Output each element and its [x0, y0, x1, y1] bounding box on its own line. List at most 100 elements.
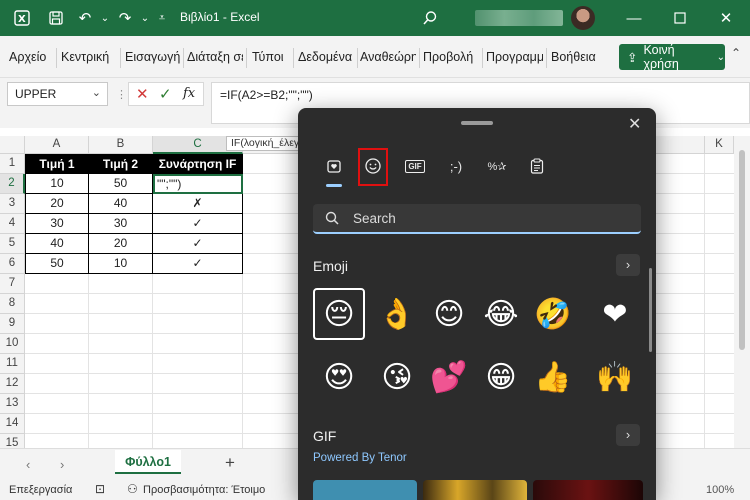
- row-header-10[interactable]: 10: [0, 334, 25, 354]
- row-header-9[interactable]: 9: [0, 314, 25, 334]
- share-button[interactable]: ⇪ Κοινή χρήση ⌄: [619, 43, 725, 71]
- row-header-1[interactable]: 1: [0, 154, 25, 174]
- avatar[interactable]: [571, 6, 595, 30]
- cell-a5[interactable]: 40: [25, 234, 89, 254]
- cell-a2[interactable]: 10: [25, 174, 89, 194]
- menu-page-layout[interactable]: Διάταξη σελίδας: [187, 50, 243, 64]
- clipboard-icon[interactable]: [523, 152, 551, 180]
- column-header-b[interactable]: B: [89, 136, 153, 154]
- scroll-left-icon[interactable]: ‹: [26, 457, 30, 472]
- emoji-item[interactable]: 💕: [423, 351, 475, 403]
- vertical-scrollbar[interactable]: [734, 136, 750, 448]
- save-icon[interactable]: [46, 8, 66, 28]
- row-header-8[interactable]: 8: [0, 294, 25, 314]
- accessibility-status[interactable]: Προσβασιμότητα: Έτοιμο: [143, 484, 278, 496]
- select-all-corner[interactable]: [0, 136, 25, 154]
- column-header-k[interactable]: K: [705, 136, 734, 154]
- emoji-item[interactable]: 👍: [527, 351, 579, 403]
- row-header-2[interactable]: 2: [0, 174, 25, 194]
- zoom-level[interactable]: 100%: [706, 484, 734, 496]
- menu-file[interactable]: Αρχείο: [9, 50, 46, 64]
- row-header-5[interactable]: 5: [0, 234, 25, 254]
- chevron-down-icon[interactable]: ⌄: [92, 86, 101, 99]
- cancel-icon[interactable]: ✕: [136, 85, 149, 103]
- emoji-item[interactable]: 😔: [313, 288, 365, 340]
- cell-c1[interactable]: Συνάρτηση IF: [153, 154, 243, 174]
- emoji-item[interactable]: 🙌: [589, 351, 641, 403]
- undo-dropdown-icon[interactable]: ⌄: [95, 8, 115, 28]
- row-header-6[interactable]: 6: [0, 254, 25, 274]
- customize-icon[interactable]: ⩡: [152, 8, 172, 28]
- sheet-tab-active[interactable]: Φύλλο1: [115, 450, 181, 474]
- menu-insert[interactable]: Εισαγωγή: [125, 50, 180, 64]
- menu-developer[interactable]: Προγραμματιστής: [486, 50, 543, 64]
- powered-by-tenor[interactable]: Powered By Tenor: [313, 452, 407, 464]
- close-icon[interactable]: ✕: [716, 8, 736, 28]
- emoji-item[interactable]: 👌: [371, 288, 423, 340]
- cell-c5[interactable]: ✓: [153, 234, 243, 254]
- add-sheet-icon[interactable]: +: [225, 453, 235, 473]
- scroll-right-icon[interactable]: ›: [60, 457, 64, 472]
- enter-icon[interactable]: ✓: [159, 85, 172, 103]
- emoji-item[interactable]: 😘: [371, 351, 423, 403]
- close-icon[interactable]: ✕: [628, 114, 641, 134]
- name-box[interactable]: UPPER ⌄: [7, 82, 108, 106]
- cell-b4[interactable]: 30: [89, 214, 153, 234]
- cell-b5[interactable]: 20: [89, 234, 153, 254]
- emoji-more-button[interactable]: ›: [616, 254, 640, 276]
- emoji-item[interactable]: 😂: [475, 288, 527, 340]
- search-input[interactable]: Search: [313, 204, 641, 234]
- panel-scrollbar[interactable]: [649, 268, 652, 352]
- gif-icon[interactable]: GIF: [401, 152, 429, 180]
- gif-thumbnail[interactable]: [533, 480, 643, 500]
- gif-thumbnail[interactable]: [423, 480, 527, 500]
- menu-help[interactable]: Βοήθεια: [551, 50, 596, 64]
- emoji-item[interactable]: 😍: [313, 351, 365, 403]
- undo-icon[interactable]: ↶: [75, 8, 95, 28]
- menu-data[interactable]: Δεδομένα: [298, 50, 355, 64]
- maximize-icon[interactable]: [670, 8, 690, 28]
- row-header-14[interactable]: 14: [0, 414, 25, 434]
- cell-b6[interactable]: 10: [89, 254, 153, 274]
- menu-home[interactable]: Κεντρική: [61, 50, 117, 64]
- column-header-a[interactable]: A: [25, 136, 89, 154]
- redo-icon[interactable]: ↷: [115, 8, 135, 28]
- emoji-item[interactable]: 😊: [423, 288, 475, 340]
- emoji-item[interactable]: 😁: [475, 351, 527, 403]
- cell-a3[interactable]: 20: [25, 194, 89, 214]
- cell-b1[interactable]: Τιμή 2: [89, 154, 153, 174]
- ribbon-collapse-icon[interactable]: ⌃: [731, 46, 741, 60]
- row-header-12[interactable]: 12: [0, 374, 25, 394]
- cell-a6[interactable]: 50: [25, 254, 89, 274]
- row-header-3[interactable]: 3: [0, 194, 25, 214]
- insert-function-icon[interactable]: fx: [183, 86, 195, 101]
- menu-view[interactable]: Προβολή: [423, 50, 479, 64]
- accessibility-icon[interactable]: ⚇: [127, 482, 138, 496]
- macro-recording-icon[interactable]: ⊡: [95, 482, 105, 496]
- menu-review[interactable]: Αναθεώρηση: [360, 50, 416, 64]
- drag-handle[interactable]: [461, 121, 493, 125]
- cell-a1[interactable]: Τιμή 1: [25, 154, 89, 174]
- row-header-7[interactable]: 7: [0, 274, 25, 294]
- gif-more-button[interactable]: ›: [616, 424, 640, 446]
- cell-c4[interactable]: ✓: [153, 214, 243, 234]
- search-icon[interactable]: [420, 8, 440, 28]
- symbols-icon[interactable]: %✰: [483, 152, 511, 180]
- cell-a4[interactable]: 30: [25, 214, 89, 234]
- gif-thumbnail[interactable]: [313, 480, 417, 500]
- favorites-icon[interactable]: [320, 152, 348, 180]
- cell-c6[interactable]: ✓: [153, 254, 243, 274]
- kaomoji-icon[interactable]: ;-): [442, 152, 470, 180]
- cell-b2[interactable]: 50: [89, 174, 153, 194]
- scrollbar-thumb[interactable]: [739, 150, 745, 350]
- cell-c2[interactable]: "";""): [153, 174, 243, 194]
- menu-formulas[interactable]: Τύποι: [252, 50, 290, 64]
- row-header-4[interactable]: 4: [0, 214, 25, 234]
- row-header-13[interactable]: 13: [0, 394, 25, 414]
- emoji-item[interactable]: ❤: [589, 288, 641, 340]
- emoji-item[interactable]: 🤣: [527, 288, 579, 340]
- cell-b3[interactable]: 40: [89, 194, 153, 214]
- minimize-icon[interactable]: —: [624, 8, 644, 28]
- cell-c3[interactable]: ✗: [153, 194, 243, 214]
- row-header-11[interactable]: 11: [0, 354, 25, 374]
